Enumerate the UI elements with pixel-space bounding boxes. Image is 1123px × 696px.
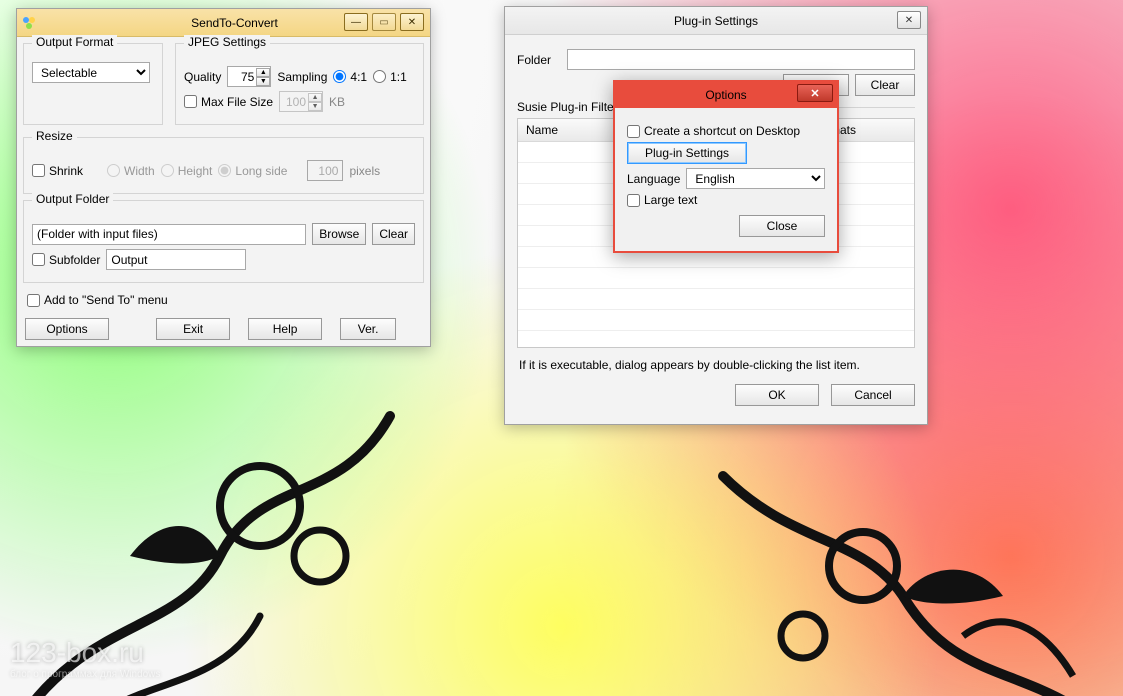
table-row [518, 268, 914, 289]
longside-radio: Long side [218, 164, 287, 178]
maximize-button[interactable]: ▭ [372, 13, 396, 31]
height-radio: Height [161, 164, 213, 178]
sendto-window: SendTo-Convert — ▭ ✕ Output Format Selec… [16, 8, 431, 347]
exit-button[interactable]: Exit [156, 318, 230, 340]
language-label: Language [627, 172, 680, 186]
options-dialog: Options ✕ Create a shortcut on Desktop P… [613, 80, 839, 253]
maxfile-value [280, 92, 308, 111]
plugin-note: If it is executable, dialog appears by d… [517, 348, 915, 376]
sampling-11-radio[interactable]: 1:1 [373, 70, 407, 84]
list-legend: Susie Plug-in Filter [517, 100, 617, 114]
help-button[interactable]: Help [248, 318, 322, 340]
quality-spinner[interactable]: ▲▼ [227, 66, 271, 87]
width-radio: Width [107, 164, 155, 178]
shrink-checkbox[interactable]: Shrink [32, 164, 83, 178]
table-row [518, 289, 914, 310]
maxfile-spinner: ▲▼ [279, 91, 323, 112]
output-format-select[interactable]: Selectable [32, 62, 150, 83]
output-folder-browse-button[interactable]: Browse [312, 223, 366, 245]
quality-up[interactable]: ▲ [256, 68, 270, 77]
folder-input[interactable] [567, 49, 915, 70]
table-row [518, 310, 914, 331]
resize-px-value [307, 160, 343, 181]
large-text-checkbox[interactable]: Large text [627, 193, 697, 207]
quality-value[interactable] [228, 67, 256, 86]
options-close-icon[interactable]: ✕ [797, 84, 833, 102]
quality-down[interactable]: ▼ [256, 77, 270, 86]
close-button[interactable]: ✕ [400, 13, 424, 31]
plugin-clear-button[interactable]: Clear [855, 74, 915, 96]
options-button[interactable]: Options [25, 318, 109, 340]
watermark-sub: блог о программах для Windows [10, 669, 160, 680]
output-folder-clear-button[interactable]: Clear [372, 223, 415, 245]
resize-px-unit: pixels [349, 164, 380, 178]
quality-label: Quality [184, 70, 221, 84]
maxfile-checkbox[interactable]: Max File Size [184, 95, 273, 109]
subfolder-input[interactable] [106, 249, 246, 270]
sendto-titlebar[interactable]: SendTo-Convert — ▭ ✕ [17, 9, 430, 37]
sampling-41-radio[interactable]: 4:1 [333, 70, 367, 84]
watermark: 123-box.ru блог о программах для Windows [10, 637, 160, 680]
ver-button[interactable]: Ver. [340, 318, 396, 340]
language-select[interactable]: English [686, 168, 825, 189]
folder-label: Folder [517, 53, 561, 67]
app-icon [21, 15, 37, 31]
options-close-button[interactable]: Close [739, 215, 825, 237]
sampling-label: Sampling [277, 70, 327, 84]
options-titlebar[interactable]: Options ✕ [615, 82, 837, 108]
resize-legend: Resize [32, 129, 77, 143]
jpeg-legend: JPEG Settings [184, 35, 270, 49]
subfolder-checkbox[interactable]: Subfolder [32, 253, 100, 267]
output-folder-legend: Output Folder [32, 192, 113, 206]
add-to-sendto-checkbox[interactable]: Add to "Send To" menu [27, 293, 168, 307]
maxfile-unit: KB [329, 95, 345, 109]
plugin-title: Plug-in Settings [509, 14, 923, 28]
watermark-text: 123-box.ru [10, 637, 160, 669]
plugin-titlebar[interactable]: Plug-in Settings ✕ [505, 7, 927, 35]
shortcut-checkbox[interactable]: Create a shortcut on Desktop [627, 124, 800, 138]
plugin-close-button[interactable]: ✕ [897, 11, 921, 29]
plugin-ok-button[interactable]: OK [735, 384, 819, 406]
plugin-settings-button[interactable]: Plug-in Settings [627, 142, 747, 164]
plugin-cancel-button[interactable]: Cancel [831, 384, 915, 406]
output-folder-path[interactable] [32, 224, 306, 245]
minimize-button[interactable]: — [344, 13, 368, 31]
output-format-legend: Output Format [32, 35, 117, 49]
